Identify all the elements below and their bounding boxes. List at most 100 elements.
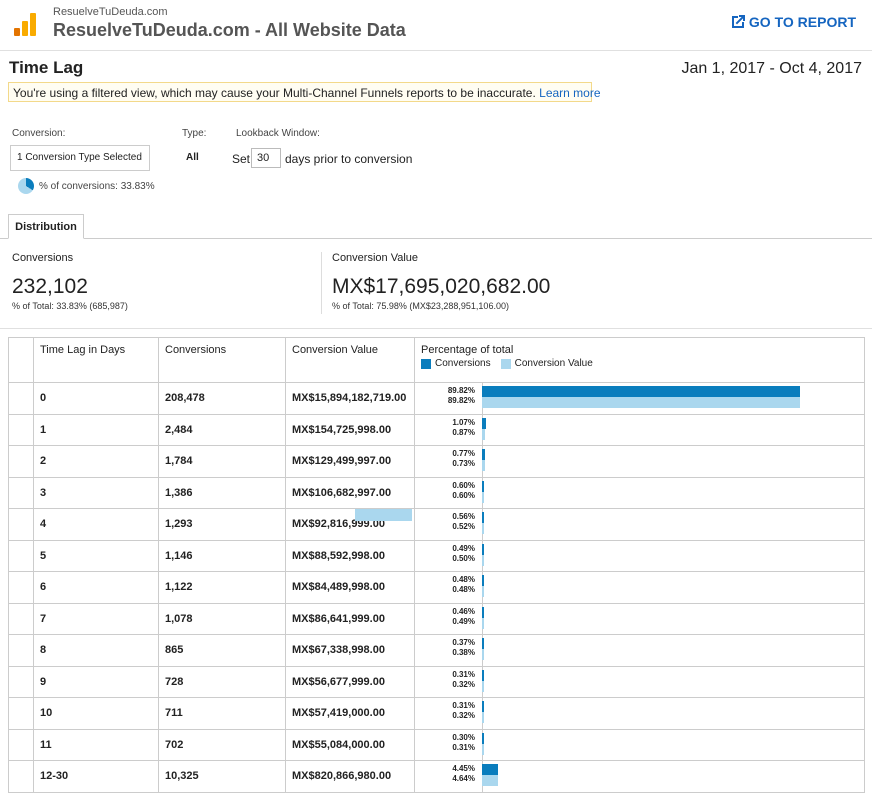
conversions-summary-total: % of Total: 33.83% (685,987) <box>12 301 128 311</box>
type-selector[interactable]: All <box>186 152 199 163</box>
open-in-new-icon <box>731 15 745 28</box>
conversions-bar <box>482 449 485 460</box>
date-range-picker[interactable]: Jan 1, 2017 - Oct 4, 2017 <box>681 60 862 78</box>
warning-text: You're using a filtered view, which may … <box>13 86 536 100</box>
table-row[interactable]: 12-30 10,325 MX$820,866,980.00 4.45% 4.64% <box>8 760 865 793</box>
conversion-share-pie-icon <box>18 178 34 194</box>
table-row[interactable]: 3 1,386 MX$106,682,997.00 0.60% 0.60% <box>8 476 865 509</box>
percentage-cell: 0.37% 0.38% <box>414 634 865 667</box>
page-title: Time Lag <box>9 58 84 77</box>
conversion-value-bar <box>482 523 484 534</box>
conversions-bar <box>482 417 486 429</box>
row-index-cell <box>8 760 34 793</box>
tab-distribution[interactable]: Distribution <box>8 214 84 239</box>
header-time-lag[interactable]: Time Lag in Days <box>33 337 159 383</box>
time-lag-cell: 1 <box>33 413 159 446</box>
table-row[interactable]: 1 2,484 MX$154,725,998.00 1.07% 0.87% <box>8 413 865 446</box>
conversions-cell: 1,078 <box>158 602 286 635</box>
property-view-name[interactable]: ResuelveTuDeuda.com - All Website Data <box>53 20 406 41</box>
tab-divider <box>0 238 872 239</box>
pct-value-label: 0.60% <box>452 490 475 500</box>
learn-more-link[interactable]: Learn more <box>539 86 600 100</box>
conversions-cell: 702 <box>158 728 286 761</box>
time-lag-cell: 6 <box>33 571 159 604</box>
pct-conversions-label: 0.49% <box>452 543 475 553</box>
time-lag-cell: 5 <box>33 539 159 572</box>
set-label: Set <box>232 152 251 166</box>
summary-divider <box>321 252 322 314</box>
row-index-cell <box>8 539 34 572</box>
row-index-cell <box>8 634 34 667</box>
percentage-cell: 0.46% 0.49% <box>414 602 865 635</box>
row-index-cell <box>8 728 34 761</box>
conversion-value-cell: MX$57,419,000.00 <box>285 697 415 730</box>
conversions-cell: 1,122 <box>158 571 286 604</box>
header-conversions[interactable]: Conversions <box>158 337 286 383</box>
time-lag-table: Time Lag in Days Conversions Conversion … <box>8 337 865 793</box>
conversion-value-cell: MX$84,489,998.00 <box>285 571 415 604</box>
table-row[interactable]: 2 1,784 MX$129,499,997.00 0.77% 0.73% <box>8 445 865 478</box>
conversions-bar <box>482 480 485 492</box>
table-row[interactable]: 7 1,078 MX$86,641,999.00 0.46% 0.49% <box>8 602 865 635</box>
table-row[interactable]: 4 1,293 MX$92,816,999.00 0.56% 0.52% <box>8 508 865 541</box>
time-lag-cell: 8 <box>33 634 159 667</box>
conversion-value-bar <box>482 586 484 597</box>
chart-legend: Conversions Conversion Value <box>421 358 864 369</box>
table-row[interactable]: 8 865 MX$67,338,998.00 0.37% 0.38% <box>8 634 865 667</box>
time-lag-cell: 0 <box>33 382 159 415</box>
pct-value-label: 0.32% <box>452 711 475 720</box>
pct-conversions-label: 0.30% <box>452 732 475 742</box>
percentage-cell: 0.31% 0.32% <box>414 665 865 698</box>
pct-value-label: 4.64% <box>452 774 475 783</box>
conversion-value-bar <box>482 712 484 723</box>
percentage-bars <box>482 386 800 408</box>
pct-conversions-label: 0.31% <box>452 669 475 679</box>
conversions-cell: 1,386 <box>158 476 286 509</box>
percentage-labels: 0.37% 0.38% <box>423 638 475 658</box>
percentage-cell: 0.56% 0.52% <box>414 508 865 541</box>
percentage-cell: 0.30% 0.31% <box>414 728 865 761</box>
table-body: 0 208,478 MX$15,894,182,719.00 89.82% 89.82%… <box>8 382 865 793</box>
conversion-type-select[interactable]: 1 Conversion Type Selected <box>10 145 150 171</box>
conversions-cell: 1,146 <box>158 539 286 572</box>
percentage-bars <box>482 575 484 597</box>
percentage-labels: 1.07% 0.87% <box>423 418 475 438</box>
row-index-cell <box>8 571 34 604</box>
percentage-labels: 0.31% 0.32% <box>423 701 475 721</box>
conversion-value-bar <box>482 428 486 440</box>
table-row[interactable]: 10 711 MX$57,419,000.00 0.31% 0.32% <box>8 697 865 730</box>
table-row[interactable]: 0 208,478 MX$15,894,182,719.00 89.82% 89.82% <box>8 382 865 415</box>
conversion-value-bar <box>482 743 484 755</box>
table-row[interactable]: 6 1,122 MX$84,489,998.00 0.48% 0.48% <box>8 571 865 604</box>
conversions-bar <box>482 543 484 555</box>
table-row[interactable]: 9 728 MX$56,677,999.00 0.31% 0.32% <box>8 665 865 698</box>
pct-conversions-label: 0.48% <box>452 575 475 584</box>
time-lag-cell: 10 <box>33 697 159 730</box>
percentage-cell: 0.60% 0.60% <box>414 476 865 509</box>
percentage-bars <box>482 764 499 786</box>
lookback-days-input[interactable]: 30 <box>251 148 281 168</box>
header-conversion-value[interactable]: Conversion Value <box>285 337 415 383</box>
type-label: Type: <box>182 128 207 139</box>
time-lag-cell: 2 <box>33 445 159 478</box>
conversion-value-bar <box>482 649 484 660</box>
conversion-value-bar <box>482 460 485 471</box>
pct-value-label: 0.52% <box>452 522 475 531</box>
time-lag-cell: 9 <box>33 665 159 698</box>
percentage-bars <box>482 638 484 660</box>
days-prior-label: days prior to conversion <box>285 152 413 166</box>
pct-value-label: 0.32% <box>452 679 475 689</box>
value-summary-total: % of Total: 75.98% (MX$23,288,951,106.00… <box>332 301 509 311</box>
conversion-value-bar <box>482 554 484 566</box>
row-index-cell <box>8 665 34 698</box>
conversion-label: Conversion: <box>12 128 66 139</box>
go-to-report-button[interactable]: GO TO REPORT <box>729 13 856 31</box>
pct-conversions-label: 89.82% <box>447 386 475 395</box>
table-row[interactable]: 5 1,146 MX$88,592,998.00 0.49% 0.50% <box>8 539 865 572</box>
conversion-value-cell: MX$129,499,997.00 <box>285 445 415 478</box>
conversion-value-bar <box>482 775 499 786</box>
account-name: ResuelveTuDeuda.com <box>53 6 168 18</box>
conversions-summary-label: Conversions <box>12 252 74 264</box>
pct-conversions-label: 0.46% <box>452 606 475 616</box>
table-row[interactable]: 11 702 MX$55,084,000.00 0.30% 0.31% <box>8 728 865 761</box>
